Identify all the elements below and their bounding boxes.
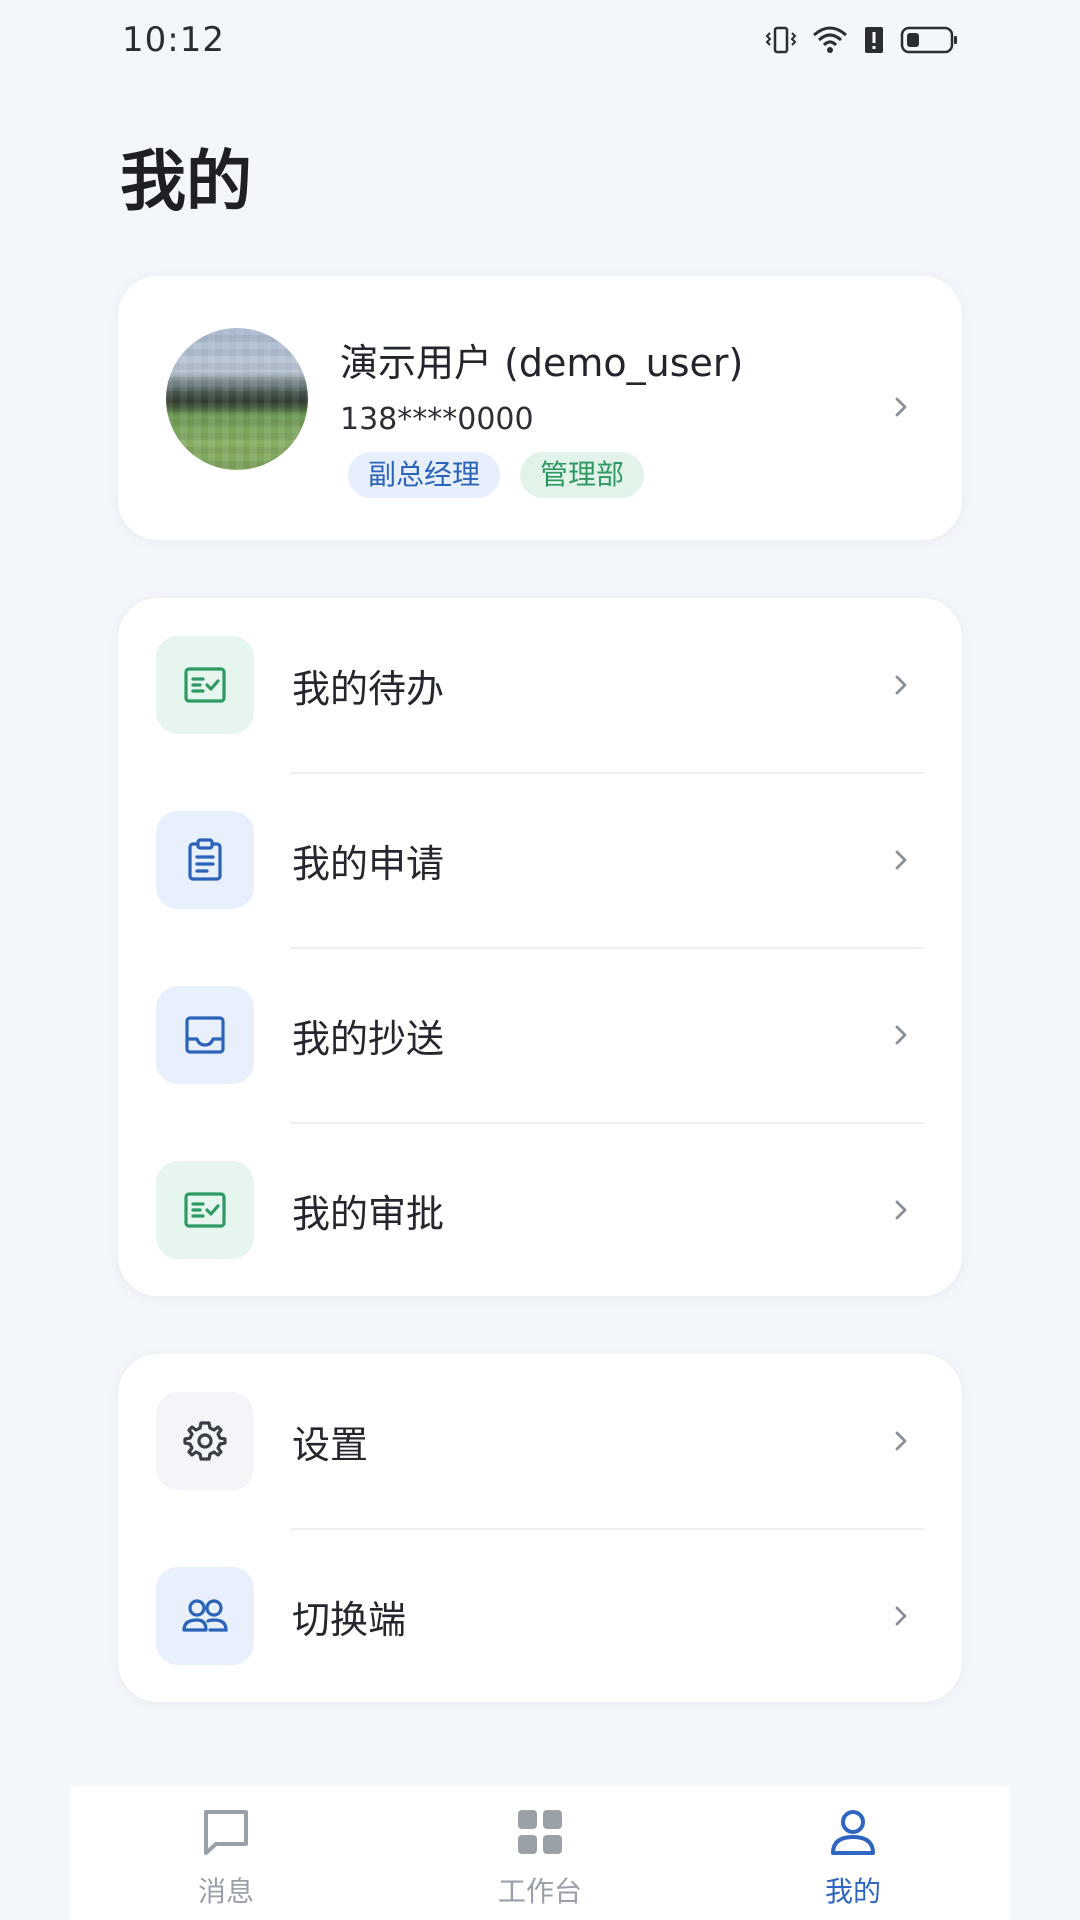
checklist-icon [156,636,254,734]
menu-label: 设置 [292,1423,369,1467]
chevron-right-icon [895,1606,907,1626]
nav-item-workbench[interactable]: 工作台 [440,1786,640,1920]
menu-card-secondary: 设置 切换端 [118,1354,962,1702]
menu-item-applications[interactable]: 我的申请 [118,773,962,948]
wifi-icon [812,25,848,55]
chevron-right-icon [895,1025,907,1045]
menu-label: 我的待办 [292,667,445,711]
profile-name: 演示用户 (demo_user) [340,341,744,385]
nav-label: 工作台 [497,1875,582,1908]
chevron-right-icon [895,397,907,417]
chevron-right-icon [895,850,907,870]
chevron-right-icon [895,675,907,695]
tag-department: 管理部 [520,452,645,498]
profile-screen: 10:12 我的 演示用户 (demo_user) 138****0000 副总… [0,0,1080,1920]
menu-item-todo[interactable]: 我的待办 [118,598,962,773]
bottom-nav: 消息 工作台 我的 [70,1786,1010,1920]
nav-label: 消息 [197,1875,254,1908]
nav-item-messages[interactable]: 消息 [126,1786,326,1920]
battery-icon [900,25,958,55]
profile-card[interactable]: 演示用户 (demo_user) 138****0000 副总经理 管理部 [118,276,962,540]
alert-icon [862,25,886,55]
inbox-icon [156,986,254,1084]
profile-tags: 副总经理 管理部 [348,452,645,498]
avatar-pixelation [166,328,308,470]
menu-item-settings[interactable]: 设置 [118,1354,962,1529]
grid-icon [518,1810,562,1854]
menu-label: 我的申请 [292,842,445,886]
status-icons [764,24,958,56]
checklist-icon [156,1161,254,1259]
avatar[interactable] [166,328,308,470]
menu-label: 切换端 [292,1598,407,1642]
users-icon [156,1567,254,1665]
chevron-right-icon [895,1431,907,1451]
menu-item-switch-client[interactable]: 切换端 [118,1529,962,1704]
menu-item-cc[interactable]: 我的抄送 [118,948,962,1123]
menu-label: 我的审批 [292,1192,445,1236]
user-icon [831,1810,875,1855]
chevron-right-icon [895,1200,907,1220]
tag-position: 副总经理 [348,452,501,498]
status-bar: 10:12 [0,0,1080,80]
menu-item-approvals[interactable]: 我的审批 [118,1123,962,1298]
vibrate-icon [764,25,798,55]
nav-item-mine[interactable]: 我的 [753,1786,953,1920]
gear-icon [156,1392,254,1490]
clipboard-icon [156,811,254,909]
menu-card-primary: 我的待办 我的申请 我的抄送 我的审批 [118,598,962,1296]
profile-phone: 138****0000 [340,402,534,437]
nav-label: 我的 [824,1875,881,1908]
status-time: 10:12 [122,20,225,60]
page-title: 我的 [120,143,252,220]
message-icon [204,1810,248,1855]
menu-label: 我的抄送 [292,1017,445,1061]
